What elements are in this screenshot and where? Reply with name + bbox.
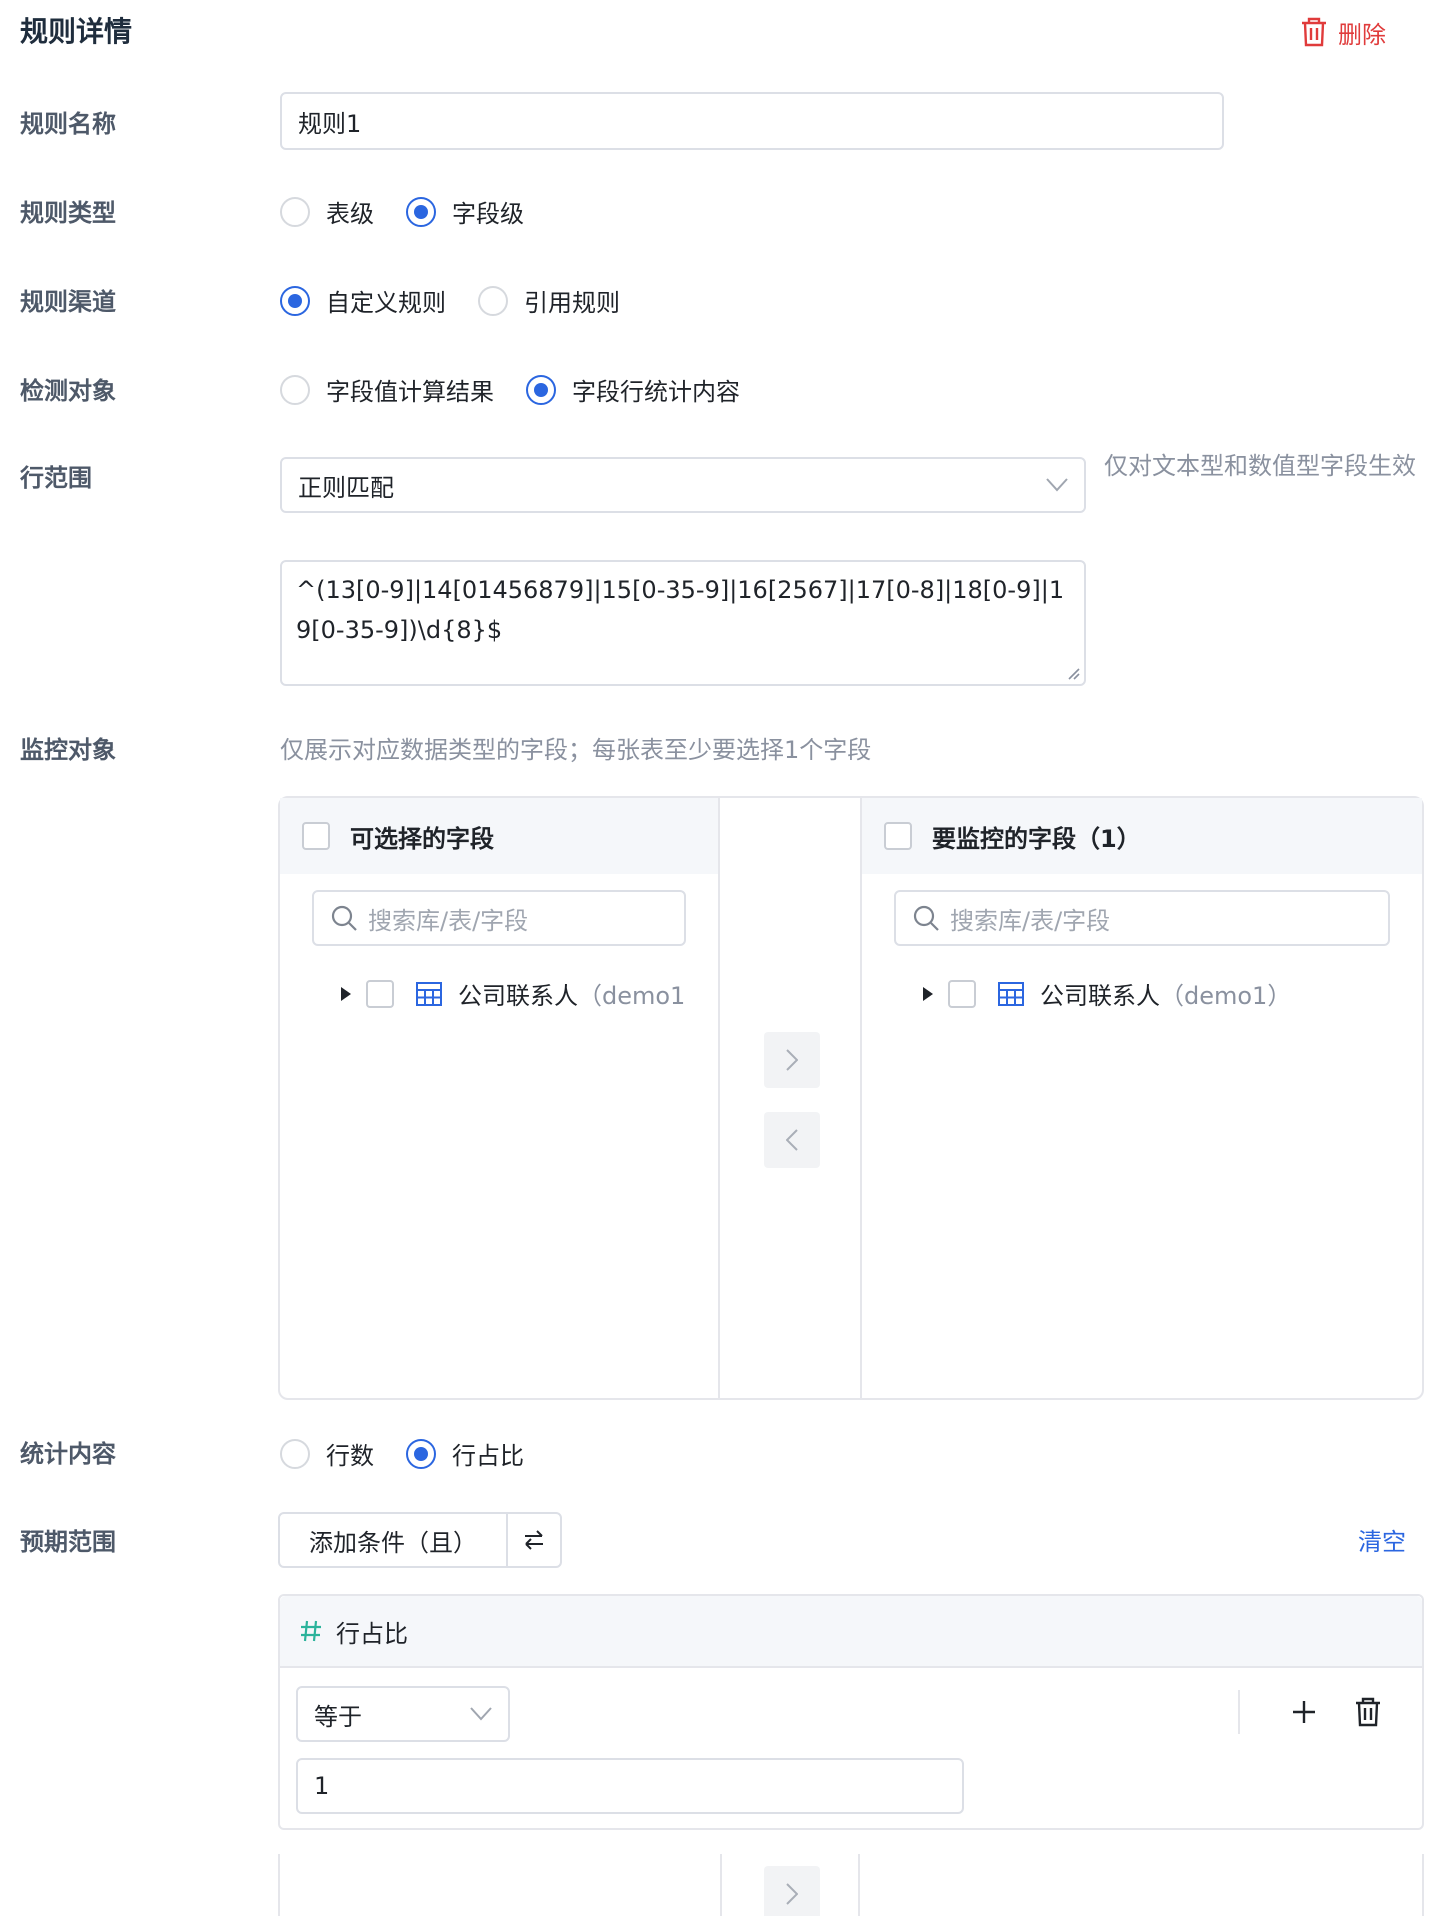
radio-checked-icon <box>406 196 436 227</box>
monitored-fields-title: 要监控的字段（1） <box>932 824 1141 853</box>
table-icon <box>998 981 1024 1006</box>
stat-content-option-count[interactable]: 行数 <box>280 1436 374 1471</box>
rule-type-option-field[interactable]: 字段级 <box>406 194 524 229</box>
swap-icon <box>525 1530 543 1550</box>
search-icon <box>331 905 357 931</box>
radio-icon <box>478 285 508 316</box>
chevron-down-icon <box>470 1707 492 1721</box>
rule-type-label: 规则类型 <box>20 199 116 227</box>
expected-range-label: 预期范围 <box>20 1528 116 1556</box>
tree-item-db: （demo1） <box>1160 982 1292 1010</box>
rule-name-input[interactable]: 规则1 <box>280 92 1224 150</box>
available-search-placeholder: 搜索库/表/字段 <box>368 906 529 935</box>
rule-channel-label: 规则渠道 <box>20 288 116 316</box>
select-all-monitored-checkbox[interactable] <box>884 822 912 850</box>
radio-icon <box>280 374 310 405</box>
available-fields-panel: 可选择的字段 搜索库/表/字段 公司联系人 （demo1 <box>280 798 720 1398</box>
add-condition-row-button[interactable] <box>1288 1696 1320 1728</box>
condition-value: 1 <box>314 1772 330 1800</box>
detect-target-option-row[interactable]: 字段行统计内容 <box>526 372 740 407</box>
operator-select[interactable]: 等于 <box>296 1686 510 1742</box>
radio-icon <box>280 196 310 227</box>
monitored-fields-header: 要监控的字段（1） <box>862 798 1422 874</box>
rule-type-radios: 表级 字段级 <box>280 194 556 229</box>
move-right-button-secondary[interactable] <box>764 1866 820 1916</box>
condition-field-name: 行占比 <box>336 1619 408 1648</box>
delete-condition-button[interactable] <box>1352 1696 1384 1728</box>
operator-value: 等于 <box>314 1702 362 1731</box>
overlay-transfer-remnant <box>278 1854 1424 1916</box>
monitor-label: 监控对象 <box>20 736 116 764</box>
monitored-fields-panel: 要监控的字段（1） 搜索库/表/字段 公司联系人 （demo1） <box>860 798 1422 1398</box>
regex-textarea[interactable]: ^(13[0-9]|14[01456879]|15[0-35-9]|16[256… <box>280 560 1086 686</box>
rule-channel-option-reference[interactable]: 引用规则 <box>478 283 620 318</box>
radio-checked-icon <box>526 374 556 405</box>
move-right-button[interactable] <box>764 1032 820 1088</box>
tree-item-name: 公司联系人 <box>458 982 578 1010</box>
rule-type-option-table[interactable]: 表级 <box>280 194 374 229</box>
select-all-available-checkbox[interactable] <box>302 822 330 850</box>
detect-target-label: 检测对象 <box>20 377 116 405</box>
delete-button[interactable]: 删除 <box>1300 14 1386 50</box>
tree-item-db: （demo1 <box>578 982 686 1010</box>
condition-header: 行占比 <box>280 1596 1422 1668</box>
row-range-select-value: 正则匹配 <box>298 473 394 502</box>
regex-value: ^(13[0-9]|14[01456879]|15[0-35-9]|16[256… <box>296 576 1065 644</box>
tree-item-checkbox[interactable] <box>948 979 976 1008</box>
chevron-left-icon <box>786 1129 798 1151</box>
trash-icon <box>1302 17 1326 47</box>
monitored-search-placeholder: 搜索库/表/字段 <box>950 906 1111 935</box>
hash-icon <box>301 1620 321 1642</box>
row-range-select[interactable]: 正则匹配 <box>280 457 1086 513</box>
divider <box>1238 1690 1240 1734</box>
add-condition-button[interactable]: 添加条件（且） <box>280 1514 508 1566</box>
radio-icon <box>280 1438 310 1469</box>
divider <box>720 1854 722 1916</box>
monitored-search-input[interactable]: 搜索库/表/字段 <box>894 890 1390 946</box>
chevron-right-icon <box>786 1049 798 1071</box>
chevron-right-icon <box>786 1883 798 1905</box>
rule-channel-option-custom[interactable]: 自定义规则 <box>280 283 446 318</box>
detect-target-option-value[interactable]: 字段值计算结果 <box>280 372 494 407</box>
caret-right-icon[interactable] <box>922 986 934 1002</box>
radio-checked-icon <box>280 285 310 316</box>
rule-name-value: 规则1 <box>298 109 362 138</box>
stat-content-label: 统计内容 <box>20 1440 116 1468</box>
tree-item-name: 公司联系人 <box>1040 982 1160 1010</box>
search-icon <box>913 905 939 931</box>
stat-content-radios: 行数 行占比 <box>280 1436 556 1471</box>
condition-value-input[interactable]: 1 <box>296 1758 964 1814</box>
add-condition-group: 添加条件（且） <box>278 1512 562 1568</box>
monitor-hint: 仅展示对应数据类型的字段；每张表至少要选择1个字段 <box>280 736 872 764</box>
chevron-down-icon <box>1046 478 1068 492</box>
row-range-label: 行范围 <box>20 464 92 492</box>
clear-link[interactable]: 清空 <box>1358 1522 1406 1557</box>
table-icon <box>416 981 442 1006</box>
stat-content-option-ratio[interactable]: 行占比 <box>406 1436 524 1471</box>
radio-checked-icon <box>406 1438 436 1469</box>
delete-label: 删除 <box>1338 20 1386 49</box>
available-search-input[interactable]: 搜索库/表/字段 <box>312 890 686 946</box>
trash-icon <box>1356 1697 1380 1727</box>
move-left-button[interactable] <box>764 1112 820 1168</box>
divider <box>858 1854 860 1916</box>
available-fields-header: 可选择的字段 <box>280 798 718 874</box>
resize-handle-icon[interactable] <box>1066 666 1080 680</box>
available-tree-item[interactable]: 公司联系人 （demo1 <box>340 976 718 1011</box>
rule-channel-radios: 自定义规则 引用规则 <box>280 283 652 318</box>
detect-target-radios: 字段值计算结果 字段行统计内容 <box>280 372 772 407</box>
tree-item-checkbox[interactable] <box>366 979 394 1008</box>
available-fields-title: 可选择的字段 <box>350 824 494 853</box>
caret-right-icon[interactable] <box>340 986 352 1002</box>
rule-name-label: 规则名称 <box>20 110 116 138</box>
monitored-tree-item[interactable]: 公司联系人 （demo1） <box>922 976 1422 1011</box>
condition-box: 行占比 等于 1 <box>278 1594 1424 1830</box>
plus-icon <box>1293 1701 1315 1723</box>
toggle-logic-button[interactable] <box>508 1514 560 1566</box>
page-title: 规则详情 <box>20 15 133 48</box>
row-range-hint: 仅对文本型和数值型字段生效 <box>1104 452 1416 480</box>
